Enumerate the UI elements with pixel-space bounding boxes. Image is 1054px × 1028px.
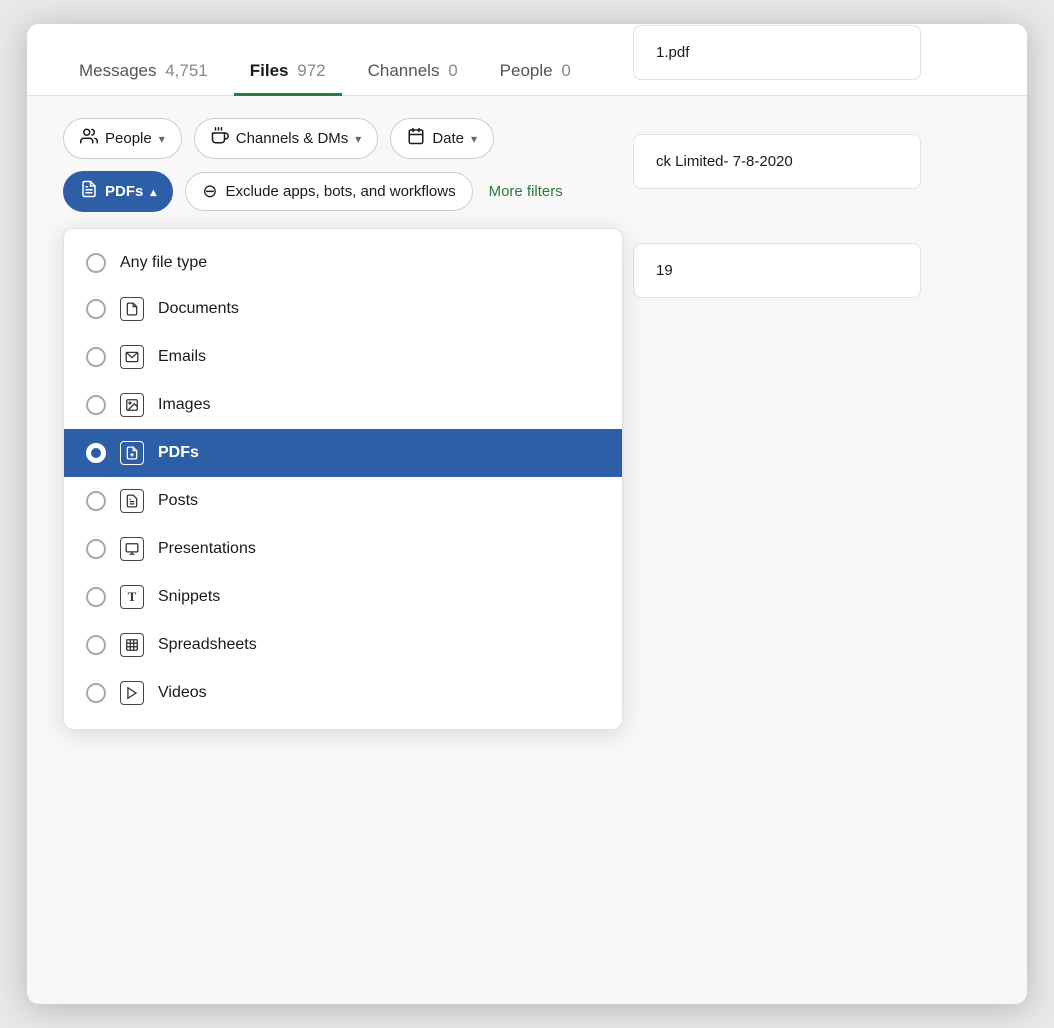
dropdown-item-any[interactable]: Any file type [64,241,622,285]
tab-files[interactable]: Files 972 [234,49,342,96]
item-label-presentations: Presentations [158,540,256,558]
item-label-snippets: Snippets [158,588,220,606]
exclude-filter-button[interactable]: ⊖ Exclude apps, bots, and workflows [185,172,472,211]
item-label-images: Images [158,396,210,414]
people-chevron-icon: ▾ [159,132,165,146]
tab-messages[interactable]: Messages 4,751 [63,49,224,96]
dropdown-item-presentations[interactable]: Presentations [64,525,622,573]
tab-people[interactable]: People 0 [484,49,587,96]
file-type-dropdown: Any file type Documents Emails [63,228,991,730]
dropdown-item-snippets[interactable]: T Snippets [64,573,622,621]
more-filters-button[interactable]: More filters [489,183,563,200]
channels-icon [211,127,229,150]
channels-dms-filter-button[interactable]: Channels & DMs ▾ [194,118,379,159]
dropdown-item-pdfs[interactable]: PDFs [64,429,622,477]
item-label-videos: Videos [158,684,207,702]
app-window: Messages 4,751 Files 972 Channels 0 Peop… [27,24,1027,1004]
documents-icon [120,297,144,321]
item-label-spreadsheets: Spreadsheets [158,636,257,654]
images-icon [120,393,144,417]
pdfs-icon [120,441,144,465]
posts-icon [120,489,144,513]
exclude-filter-label: Exclude apps, bots, and workflows [225,183,455,200]
item-label-posts: Posts [158,492,198,510]
item-label-pdfs: PDFs [158,444,199,462]
radio-images [86,395,106,415]
people-filter-label: People [105,130,152,147]
date-chevron-icon: ▾ [471,132,477,146]
videos-icon [120,681,144,705]
tab-channels[interactable]: Channels 0 [352,49,474,96]
radio-spreadsheets [86,635,106,655]
dropdown-item-emails[interactable]: Emails [64,333,622,381]
people-icon [80,127,98,150]
pdfs-filter-label: PDFs [105,183,143,200]
radio-emails [86,347,106,367]
people-filter-button[interactable]: People ▾ [63,118,182,159]
pdfs-filter-button[interactable]: PDFs ▴ [63,171,173,212]
result-card-3: ck Limited- 7-8-2020 [633,134,921,189]
date-filter-label: Date [432,130,464,147]
dropdown-item-posts[interactable]: Posts [64,477,622,525]
result-card-2: 1.pdf [633,25,921,80]
channels-chevron-icon: ▾ [355,132,361,146]
emails-icon [120,345,144,369]
dropdown-item-videos[interactable]: Videos [64,669,622,717]
radio-snippets [86,587,106,607]
channels-dms-filter-label: Channels & DMs [236,130,349,147]
radio-any [86,253,106,273]
radio-pdfs [86,443,106,463]
radio-posts [86,491,106,511]
date-icon [407,127,425,150]
dropdown-menu: Any file type Documents Emails [63,228,623,730]
item-label-documents: Documents [158,300,239,318]
pdfs-chevron-icon: ▴ [150,185,156,199]
radio-videos [86,683,106,703]
item-label-any: Any file type [120,254,207,272]
snippets-icon: T [120,585,144,609]
dropdown-item-documents[interactable]: Documents [64,285,622,333]
radio-presentations [86,539,106,559]
pdf-icon [80,180,98,203]
dropdown-item-spreadsheets[interactable]: Spreadsheets [64,621,622,669]
exclude-icon: ⊖ [202,181,217,202]
presentations-icon [120,537,144,561]
dropdown-item-images[interactable]: Images [64,381,622,429]
item-label-emails: Emails [158,348,206,366]
date-filter-button[interactable]: Date ▾ [390,118,494,159]
spreadsheets-icon [120,633,144,657]
radio-documents [86,299,106,319]
